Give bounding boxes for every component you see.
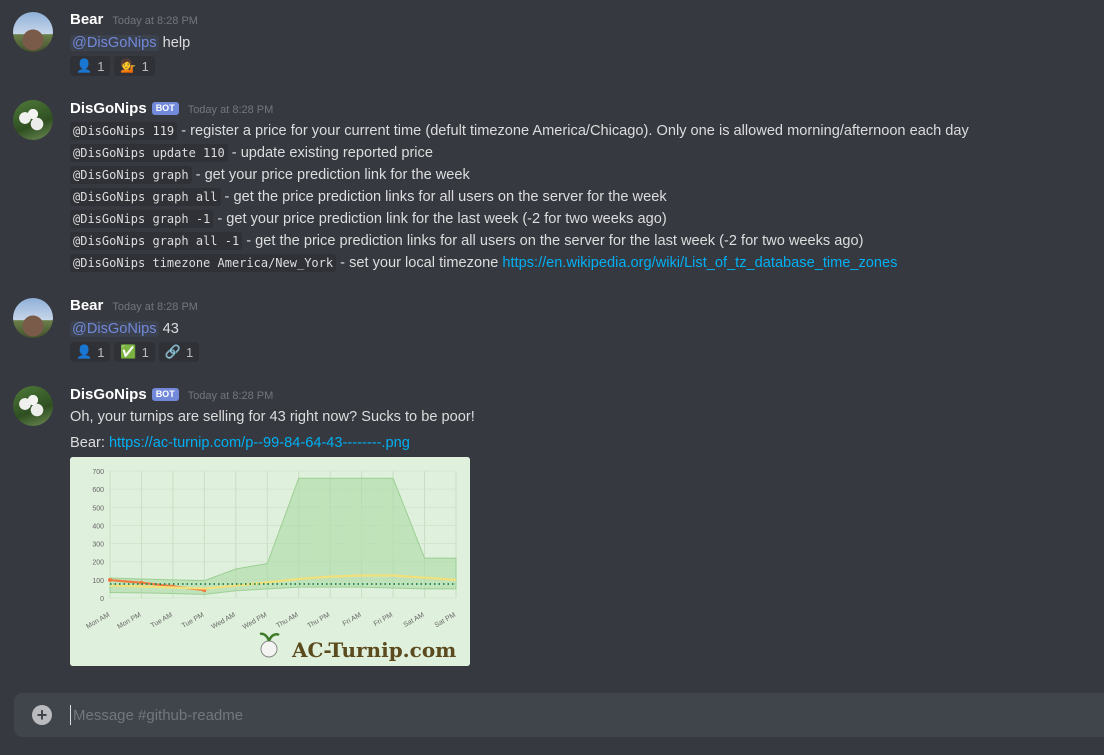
bust-emoji-icon: 👤	[76, 58, 93, 73]
code-inline: @DisGoNips update 110	[70, 144, 228, 162]
reaction-count: 1	[97, 58, 105, 74]
timezone-link[interactable]: https://en.wikipedia.org/wiki/List_of_tz…	[502, 255, 897, 271]
command-line: @DisGoNips 119 - register a price for yo…	[70, 120, 969, 142]
series-point	[108, 578, 112, 583]
y-tick-label: 500	[92, 505, 104, 512]
reaction[interactable]: 🔗 1	[158, 342, 200, 362]
timestamp: Today at 8:28 PM	[112, 301, 198, 313]
command-description: - get your price prediction link for the…	[213, 211, 667, 227]
reaction[interactable]: 👤 1	[70, 342, 111, 362]
y-tick-label: 0	[100, 596, 104, 603]
message-content: @DisGoNips 43	[70, 318, 179, 340]
message-text: 43	[158, 321, 179, 337]
image-link[interactable]: https://ac-turnip.com/p--99-84-64-43----…	[109, 435, 410, 451]
reaction-count: 1	[141, 344, 149, 360]
user-mention[interactable]: @DisGoNips	[70, 35, 159, 51]
bot-tag: BOT	[151, 388, 179, 401]
code-inline: @DisGoNips graph	[70, 166, 192, 184]
command-description: - get the price prediction links for all…	[242, 233, 864, 249]
upload-plus-icon[interactable]: +	[32, 705, 52, 725]
avatar[interactable]	[13, 12, 53, 52]
message-content: Bear: https://ac-turnip.com/p--99-84-64-…	[70, 432, 410, 454]
command-line: @DisGoNips timezone America/New_York - s…	[70, 252, 897, 274]
command-line: @DisGoNips graph - get your price predic…	[70, 164, 470, 186]
timestamp: Today at 8:28 PM	[187, 390, 274, 402]
command-line: @DisGoNips graph all - get the price pre…	[70, 186, 667, 208]
reactions: 👤 1 ✅ 1 🔗 1	[70, 342, 200, 362]
link-emoji-icon: 🔗	[164, 344, 182, 359]
message-input[interactable]	[70, 705, 973, 725]
tipping-hand-emoji-icon: 💁	[120, 58, 137, 73]
code-inline: @DisGoNips graph all	[70, 188, 221, 206]
username[interactable]: Bear	[70, 297, 103, 314]
username[interactable]: DisGoNips	[70, 386, 147, 403]
timestamp: Today at 8:28 PM	[187, 104, 274, 116]
check-mark-emoji-icon: ✅	[120, 344, 137, 359]
message-composer: +	[14, 693, 1104, 737]
embedded-chart-image[interactable]: 700 600 500 400 300 200 100 0 Mon AM Mon PM Tue A…	[70, 457, 470, 666]
code-inline: @DisGoNips graph all -1	[70, 232, 243, 250]
code-inline: @DisGoNips 119	[70, 122, 178, 140]
y-tick-label: 100	[92, 578, 104, 585]
reaction[interactable]: 💁 1	[114, 56, 155, 76]
y-tick-label: 400	[92, 523, 104, 530]
username[interactable]: DisGoNips	[70, 100, 147, 117]
code-inline: @DisGoNips graph -1	[70, 210, 214, 228]
bot-tag: BOT	[151, 102, 179, 115]
avatar[interactable]	[13, 100, 53, 140]
reactions: 👤 1 💁 1	[70, 56, 155, 76]
avatar[interactable]	[13, 386, 53, 426]
reaction[interactable]: 👤 1	[70, 56, 111, 76]
command-description: - set your local timezone	[336, 255, 503, 271]
y-tick-label: 700	[92, 469, 104, 476]
code-inline: @DisGoNips timezone America/New_York	[70, 254, 337, 272]
y-tick-label: 200	[92, 560, 104, 567]
reaction-count: 1	[141, 58, 149, 74]
message-list: Bear Today at 8:28 PM @DisGoNips help 👤 …	[0, 0, 1104, 690]
reaction-count: 1	[97, 344, 105, 360]
command-line: @DisGoNips graph all -1 - get the price …	[70, 230, 864, 252]
command-description: - get your price prediction link for the…	[191, 167, 470, 183]
link-prefix: Bear:	[70, 435, 109, 451]
reaction[interactable]: ✅ 1	[114, 342, 155, 362]
reaction-count: 1	[186, 344, 194, 360]
image-watermark: AC-Turnip.com	[291, 638, 456, 662]
timestamp: Today at 8:28 PM	[112, 15, 198, 27]
user-mention[interactable]: @DisGoNips	[70, 321, 159, 337]
message-content: @DisGoNips help	[70, 32, 190, 54]
message-text: help	[158, 35, 191, 51]
price-chart: 7006005004003002001000 Mon AM Mon PM Tue A…	[70, 457, 470, 666]
command-description: - get the price prediction links for all…	[220, 189, 667, 205]
bust-emoji-icon: 👤	[76, 344, 93, 359]
username[interactable]: Bear	[70, 11, 103, 28]
y-tick-label: 600	[92, 487, 104, 494]
command-line: @DisGoNips graph -1 - get your price pre…	[70, 208, 667, 230]
avatar[interactable]	[13, 298, 53, 338]
message-text: Oh, your turnips are selling for 43 righ…	[70, 409, 475, 425]
command-description: - update existing reported price	[227, 145, 433, 161]
y-tick-label: 300	[92, 542, 104, 549]
command-description: - register a price for your current time…	[177, 123, 969, 139]
command-line: @DisGoNips update 110 - update existing …	[70, 142, 433, 164]
